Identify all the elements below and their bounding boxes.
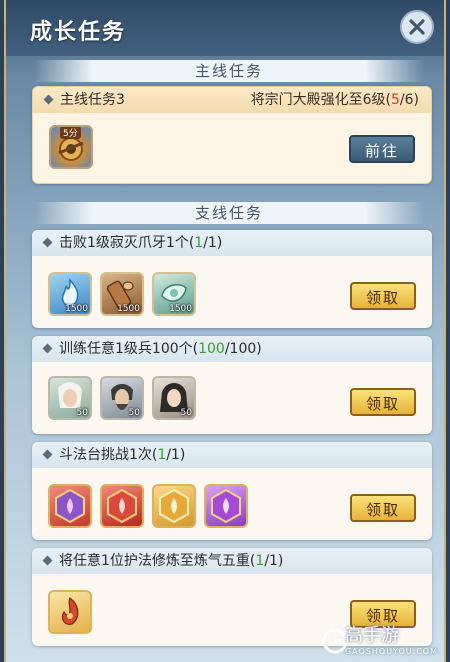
main-task-desc: 将宗门大殿强化至6级(5/6) (250, 92, 419, 108)
goto-button[interactable]: 前往 (349, 135, 415, 163)
side-task-progress-current: 1 (157, 447, 167, 463)
reward-qty: 50 (180, 408, 192, 418)
close-icon (409, 19, 425, 35)
reward-item[interactable] (100, 484, 144, 528)
gold-lotus-badge-icon (159, 488, 189, 524)
flame-swirl-icon (61, 597, 79, 625)
side-task-card: 斗法台挑战1次(1/1) 领取 (32, 442, 432, 540)
diamond-icon (42, 449, 53, 460)
reward-item[interactable]: 1500 (152, 272, 196, 316)
purple-lotus-badge-icon (55, 488, 85, 524)
claim-button[interactable]: 领取 (350, 388, 416, 416)
reward-item[interactable]: 1500 (100, 272, 144, 316)
side-task-header: 训练任意1级兵100个(100/100) (32, 336, 432, 362)
side-task-name: 击败1级寂灭爪牙1个 (59, 235, 189, 251)
reward-item[interactable]: 50 (48, 376, 92, 420)
side-task-card: 击败1级寂灭爪牙1个(1/1) 1500 1500 1500 领取 (32, 230, 432, 328)
side-task-header: 将任意1位护法修炼至炼气五重(1/1) (32, 548, 432, 574)
reward-qty: 50 (128, 408, 140, 418)
side-task-progress-current: 100 (198, 341, 225, 357)
reward-item[interactable]: 50 (100, 376, 144, 420)
diamond-icon (42, 555, 53, 566)
close-button[interactable] (400, 10, 434, 44)
reward-qty: 1500 (117, 304, 140, 314)
reward-qty: 1500 (169, 304, 192, 314)
panel-header: 成长任务 (6, 0, 444, 56)
reward-item[interactable] (152, 484, 196, 528)
watermark-brand: 高手游 (344, 625, 399, 646)
claim-button[interactable]: 领取 (350, 282, 416, 310)
diamond-icon (42, 343, 53, 354)
violet-lotus-badge-icon (211, 488, 241, 524)
reward-item[interactable]: 1500 (48, 272, 92, 316)
side-task-header: 斗法台挑战1次(1/1) (32, 442, 432, 468)
main-task-card: 主线任务3 将宗门大殿强化至6级(5/6) 5分 前往 (32, 86, 432, 184)
side-task-progress-current: 1 (255, 553, 265, 569)
reward-qty: 1500 (65, 304, 88, 314)
main-section-title: 主线任务 (34, 60, 424, 82)
side-task-name: 斗法台挑战1次 (59, 447, 152, 463)
watermark-url: GAOSHOUYOU.COM (344, 647, 438, 656)
red-lotus-badge-icon (107, 488, 137, 524)
reward-tag: 5分 (60, 127, 81, 139)
side-task-header: 击败1级寂灭爪牙1个(1/1) (32, 230, 432, 256)
diamond-icon (42, 237, 53, 248)
reward-item[interactable] (204, 484, 248, 528)
panel-title: 成长任务 (30, 20, 127, 45)
main-task-header: 主线任务3 将宗门大殿强化至6级(5/6) (33, 87, 431, 113)
main-task-progress-current: 5 (390, 92, 400, 108)
side-task-progress-current: 1 (194, 235, 204, 251)
main-task-name: 主线任务3 (60, 92, 125, 108)
watermark: 高手游 GAOSHOUYOU.COM (345, 621, 438, 656)
claim-button[interactable]: 领取 (350, 494, 416, 522)
diamond-icon (43, 94, 54, 105)
task-panel: 成长任务 主线任务 主线任务3 将宗门大殿强化至6级(5/6) 5分 前往 支线… (4, 0, 446, 662)
reward-item[interactable]: 5分 (49, 125, 93, 169)
reward-qty: 50 (76, 408, 88, 418)
side-task-card: 训练任意1级兵100个(100/100) 50 50 50 领取 (32, 336, 432, 434)
side-section-title: 支线任务 (34, 202, 424, 224)
side-task-name: 将任意1位护法修炼至炼气五重 (59, 553, 250, 569)
reward-item[interactable] (48, 590, 92, 634)
reward-item[interactable] (48, 484, 92, 528)
reward-item[interactable]: 50 (152, 376, 196, 420)
side-task-name: 训练任意1级兵100个 (59, 341, 193, 357)
